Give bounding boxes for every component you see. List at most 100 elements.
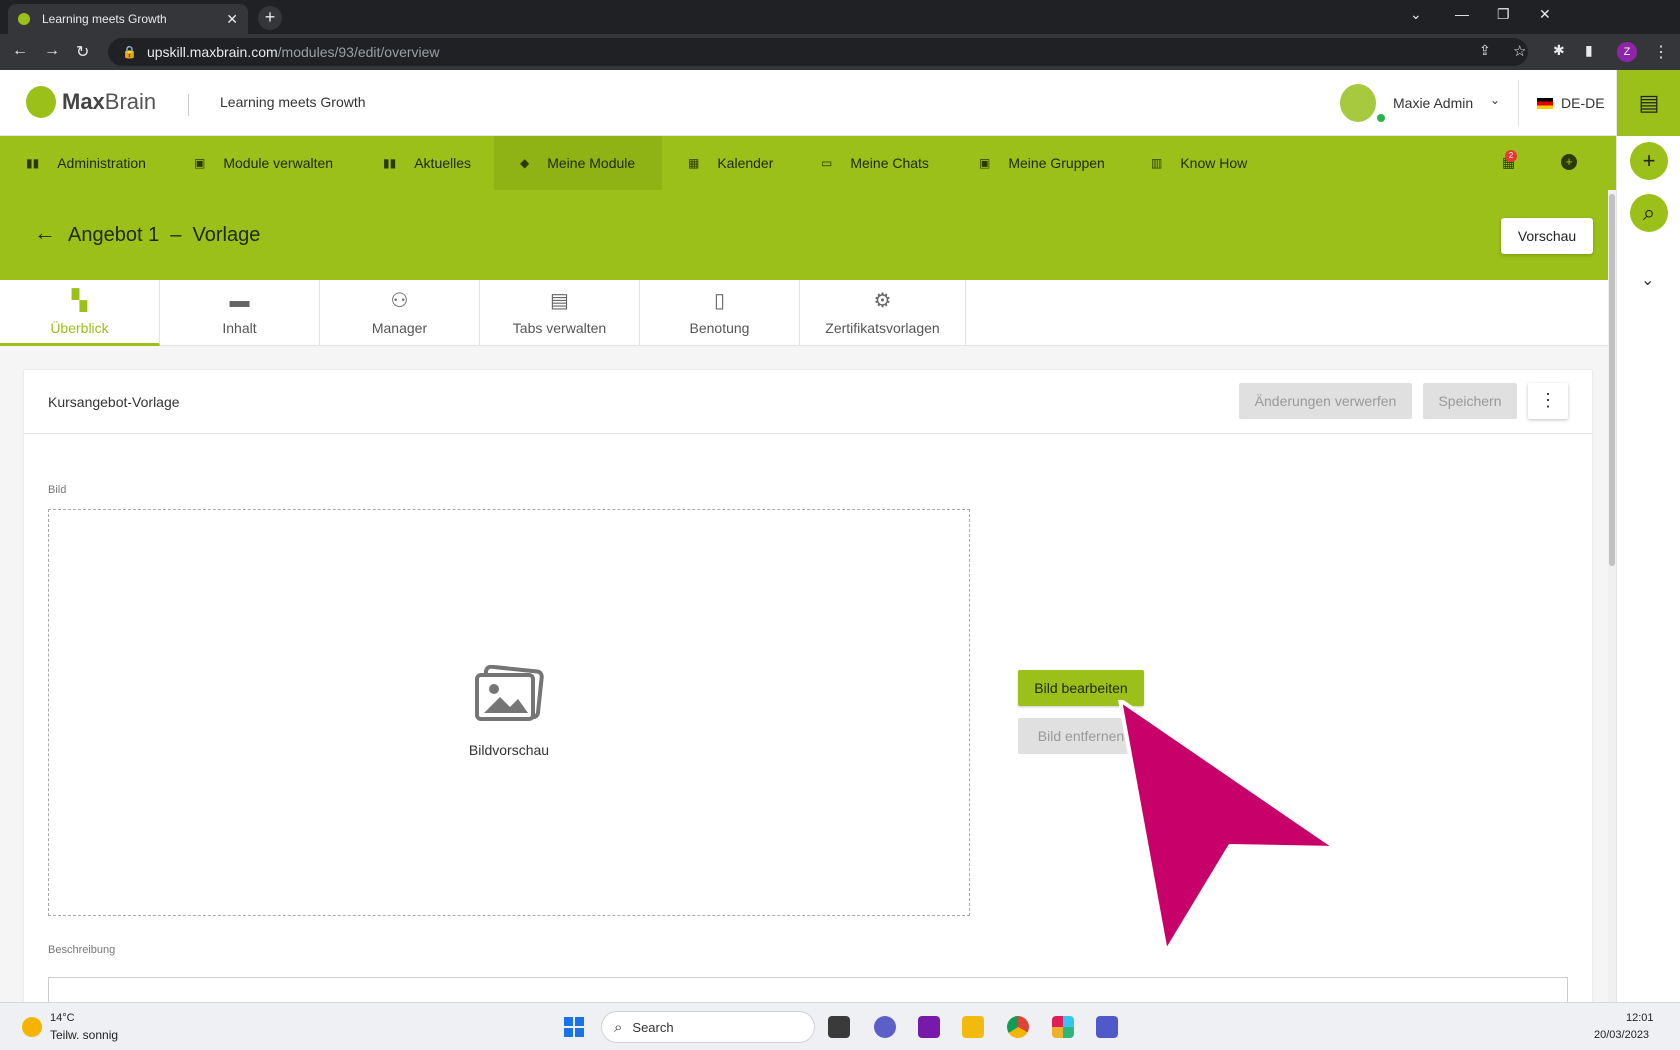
header-divider	[1518, 80, 1519, 126]
app-header: MaxBrain Learning meets Growth Maxie Adm…	[0, 70, 1616, 136]
chevron-down-icon[interactable]: ⌄	[1641, 270, 1654, 290]
new-tab-button[interactable]: +	[258, 6, 282, 30]
header-tagline: Learning meets Growth	[220, 94, 366, 110]
image-placeholder-icon	[475, 665, 544, 721]
file-explorer-icon[interactable]	[962, 1016, 984, 1038]
brain-logo-icon	[26, 86, 56, 118]
nav-item-meine-chats[interactable]: ▭ Meine Chats	[795, 136, 951, 190]
nav-item-kalender[interactable]: ▦ Kalender	[662, 136, 795, 190]
weather-sun-icon[interactable]	[22, 1017, 42, 1037]
side-panel-icon[interactable]: ▮	[1585, 42, 1593, 59]
slack-icon[interactable]	[1052, 1016, 1074, 1038]
tab-inhalt[interactable]: ▬ Inhalt	[160, 280, 320, 346]
close-tab-icon[interactable]: ✕	[226, 11, 238, 28]
back-icon[interactable]: ←	[12, 42, 28, 60]
tab-ueberblick[interactable]: ▚ Überblick	[0, 280, 160, 346]
chat-icon[interactable]: ▤	[1617, 70, 1680, 136]
taskbar-search-label: Search	[632, 1019, 674, 1035]
search-icon[interactable]: ⌕	[1630, 194, 1668, 232]
close-window-icon[interactable]: ✕	[1539, 6, 1551, 23]
nav-item-aktuelles[interactable]: ▮▮ Aktuelles	[357, 136, 493, 190]
image-dropzone[interactable]: Bildvorschau	[48, 509, 970, 916]
dashboard-icon: ▚	[71, 290, 88, 312]
teams-chat-icon[interactable]	[874, 1016, 896, 1038]
id-card-icon: ▣	[194, 156, 206, 170]
add-circle-icon[interactable]: +	[1561, 154, 1577, 170]
windows-start-icon[interactable]	[564, 1017, 584, 1037]
forward-icon[interactable]: →	[44, 42, 60, 60]
tab-manager[interactable]: ⚇ Manager	[320, 280, 480, 346]
notification-badge: 2	[1505, 150, 1517, 162]
window-icon: ▤	[550, 290, 569, 312]
nav-item-meine-module[interactable]: ◆ Meine Module	[494, 136, 662, 190]
weather-description: Teilw. sonnig	[50, 1028, 119, 1042]
address-bar[interactable]: 🔒 upskill.maxbrain.com /modules/93/edit/…	[108, 38, 1528, 66]
nav-item-module-verwalten[interactable]: ▣ Module verwalten	[168, 136, 355, 190]
save-button[interactable]: Speichern	[1423, 383, 1517, 419]
inbox-icon: ▭	[821, 156, 833, 170]
clock-time: 12:01	[1626, 1012, 1654, 1024]
user-avatar[interactable]	[1340, 84, 1376, 122]
browser-tabstrip: Learning meets Growth ✕ + ⌄ — ❐ ✕	[0, 0, 1680, 34]
image-placeholder-label: Bildvorschau	[468, 742, 550, 758]
right-rail: ▤ + ⌕ ⌄	[1616, 70, 1680, 1002]
extensions-icon[interactable]: ✱	[1553, 42, 1565, 59]
windows-taskbar: 14°C Teilw. sonnig ⌕ Search 12:01 20/03/…	[0, 1002, 1680, 1050]
logo-text-bold: Max	[62, 89, 105, 114]
chart-icon: ▮▮	[26, 156, 40, 170]
onenote-icon[interactable]	[918, 1016, 940, 1038]
restore-icon[interactable]: ❐	[1497, 6, 1510, 23]
user-menu-name[interactable]: Maxie Admin	[1393, 95, 1473, 111]
main-nav: ▮▮ Administration ▣ Module verwalten ▮▮ …	[0, 136, 1616, 190]
add-icon[interactable]: +	[1630, 142, 1668, 180]
chrome-icon[interactable]	[1007, 1016, 1029, 1038]
share-icon[interactable]: ⇪	[1479, 42, 1491, 59]
preview-button[interactable]: Vorschau	[1501, 218, 1593, 254]
teams-icon[interactable]	[1096, 1016, 1118, 1038]
clock-date: 20/03/2023	[1594, 1029, 1650, 1041]
maxbrain-logo[interactable]: MaxBrain	[26, 86, 156, 118]
graduation-cap-icon: ◆	[520, 156, 530, 170]
lock-icon: 🔒	[122, 45, 137, 59]
nav-item-meine-gruppen[interactable]: ▣ Meine Gruppen	[953, 136, 1127, 190]
favicon-icon	[18, 13, 30, 25]
tab-search-icon[interactable]: ⌄	[1410, 6, 1422, 23]
description-field-label: Beschreibung	[48, 944, 116, 956]
reload-icon[interactable]: ↻	[76, 42, 89, 62]
browser-tab-title: Learning meets Growth	[42, 12, 167, 26]
scrollbar-thumb[interactable]	[1609, 194, 1615, 566]
tab-benotung[interactable]: ▯ Benotung	[640, 280, 800, 346]
grade-icon: ▯	[713, 290, 725, 312]
back-arrow-icon[interactable]: ←	[34, 220, 56, 246]
nav-item-administration[interactable]: ▮▮ Administration	[0, 136, 168, 190]
weather-temperature: 14°C	[50, 1012, 75, 1024]
browser-tab[interactable]: Learning meets Growth ✕	[8, 4, 248, 34]
search-icon: ⌕	[614, 1018, 623, 1036]
task-view-icon[interactable]	[828, 1016, 850, 1038]
page-header: ← Angebot 1 – Vorlage Vorschau	[0, 190, 1616, 280]
german-flag-icon[interactable]	[1537, 98, 1553, 109]
tab-tabs-verwalten[interactable]: ▤ Tabs verwalten	[480, 280, 640, 346]
chevron-down-icon[interactable]: ⌄	[1490, 93, 1500, 107]
certificate-settings-icon: ⚙	[873, 290, 892, 312]
browser-toolbar: ← → ↻ 🔒 upskill.maxbrain.com /modules/93…	[0, 34, 1680, 70]
book-icon: ▥	[1151, 156, 1163, 170]
image-field-label: Bild	[48, 484, 67, 496]
language-selector[interactable]: DE-DE	[1561, 95, 1605, 111]
taskbar-search[interactable]: ⌕ Search	[601, 1011, 815, 1043]
browser-menu-icon[interactable]: ⋮	[1653, 42, 1669, 62]
module-tabs: ▚ Überblick ▬ Inhalt ⚇ Manager ▤ Tabs ve…	[0, 280, 1608, 346]
description-editor[interactable]	[48, 977, 1568, 1002]
folder-icon: ▬	[229, 290, 250, 312]
annotation-pointer-icon	[1118, 700, 1338, 954]
more-options-icon[interactable]: ⋮	[1528, 383, 1568, 419]
bookmark-star-icon[interactable]: ☆	[1513, 42, 1526, 60]
tab-zertifikatsvorlagen[interactable]: ⚙ Zertifikatsvorlagen	[800, 280, 966, 346]
minimize-icon[interactable]: —	[1455, 6, 1469, 22]
card-header: Kursangebot-Vorlage Änderungen verwerfen…	[24, 370, 1592, 434]
url-host: upskill.maxbrain.com	[146, 44, 278, 60]
nav-item-know-how[interactable]: ▥ Know How	[1125, 136, 1269, 190]
profile-avatar[interactable]: Z	[1617, 42, 1637, 62]
discard-changes-button[interactable]: Änderungen verwerfen	[1239, 383, 1412, 419]
template-card: Kursangebot-Vorlage Änderungen verwerfen…	[24, 370, 1592, 1002]
